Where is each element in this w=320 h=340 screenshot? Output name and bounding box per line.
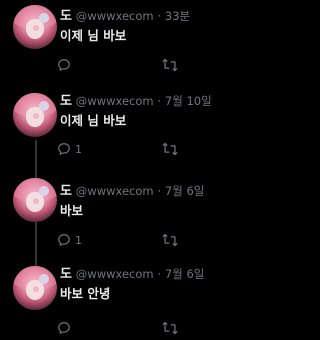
display-name[interactable]: 도 — [60, 267, 72, 282]
tweet-text: 바보 안녕 — [60, 286, 111, 301]
tweet-text: 이제 님 바보 — [60, 28, 127, 43]
retweet-button[interactable] — [162, 233, 178, 247]
timestamp[interactable]: 7월 10일 — [165, 94, 212, 108]
retweet-icon — [162, 142, 178, 156]
tweet[interactable]: 도 @wwwxecom · 33분 이제 님 바보 — [0, 0, 245, 88]
reply-icon — [57, 233, 71, 247]
reply-count: 1 — [75, 142, 82, 156]
tweet-header: 도 @wwwxecom · 7월 6일 — [60, 184, 204, 199]
user-handle[interactable]: @wwwxecom — [76, 94, 154, 108]
reply-count: 1 — [75, 233, 82, 247]
retweet-button[interactable] — [162, 58, 178, 72]
tweet[interactable]: 도 @wwwxecom · 7월 6일 바보 1 — [0, 172, 245, 258]
retweet-button[interactable] — [162, 142, 178, 156]
tweet-text: 이제 님 바보 — [60, 113, 127, 128]
separator: · — [157, 184, 162, 198]
tweet-text: 바보 — [60, 203, 84, 218]
reply-button[interactable]: 1 — [57, 233, 82, 247]
tweet[interactable]: 도 @wwwxecom · 7월 6일 바보 안녕 — [0, 258, 245, 340]
avatar[interactable] — [13, 266, 57, 310]
reply-button[interactable] — [57, 321, 75, 335]
avatar[interactable] — [13, 178, 57, 222]
user-handle[interactable]: @wwwxecom — [76, 9, 154, 23]
timestamp[interactable]: 7월 6일 — [165, 184, 204, 198]
reply-icon — [57, 58, 71, 72]
display-name[interactable]: 도 — [60, 9, 72, 24]
avatar[interactable] — [13, 5, 57, 49]
user-handle[interactable]: @wwwxecom — [76, 184, 154, 198]
reply-icon — [57, 321, 71, 335]
avatar[interactable] — [13, 93, 57, 137]
user-handle[interactable]: @wwwxecom — [76, 267, 154, 281]
display-name[interactable]: 도 — [60, 184, 72, 199]
tweet[interactable]: 도 @wwwxecom · 7월 10일 이제 님 바보 1 — [0, 88, 245, 172]
retweet-icon — [162, 321, 178, 335]
tweet-header: 도 @wwwxecom · 33분 — [60, 9, 190, 24]
separator: · — [157, 9, 162, 23]
separator: · — [157, 94, 162, 108]
retweet-icon — [162, 233, 178, 247]
tweet-header: 도 @wwwxecom · 7월 6일 — [60, 267, 204, 282]
separator: · — [157, 267, 162, 281]
retweet-icon — [162, 58, 178, 72]
reply-icon — [57, 142, 71, 156]
display-name[interactable]: 도 — [60, 94, 72, 109]
retweet-button[interactable] — [162, 321, 178, 335]
tweet-header: 도 @wwwxecom · 7월 10일 — [60, 94, 212, 109]
timestamp[interactable]: 7월 6일 — [165, 267, 204, 281]
reply-button[interactable] — [57, 58, 75, 72]
reply-button[interactable]: 1 — [57, 142, 82, 156]
timestamp[interactable]: 33분 — [165, 9, 190, 23]
